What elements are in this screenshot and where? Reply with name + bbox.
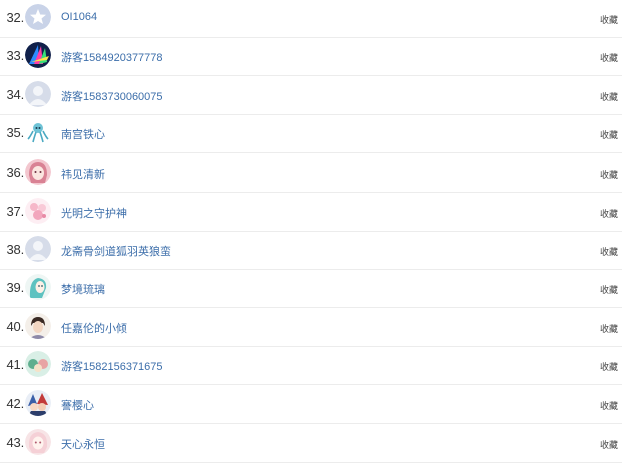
username-link[interactable]: 游客1584920377778	[61, 49, 163, 65]
list-item: 37. 光明之守护神 收藏	[0, 194, 622, 232]
octopus-avatar-icon[interactable]	[25, 119, 51, 145]
favorite-link[interactable]: 收藏	[600, 322, 618, 335]
list-item: 36. 祎见清新 收藏	[0, 155, 622, 193]
favorite-link[interactable]: 收藏	[600, 245, 618, 258]
anime-blue-hair-avatar-icon[interactable]	[25, 274, 51, 300]
anime-girl-avatar-icon[interactable]	[25, 159, 51, 185]
username-link[interactable]: 南宫铁心	[61, 126, 105, 142]
rank-number: 34.	[6, 87, 25, 102]
username-link[interactable]: 游客1583730060075	[61, 88, 163, 104]
abstract-light-avatar-icon[interactable]	[25, 42, 51, 68]
rank-number: 40.	[6, 319, 25, 334]
list-item: 42. 謇樱心 收藏	[0, 386, 622, 424]
favorite-link[interactable]: 收藏	[600, 207, 618, 220]
list-item: 35. 南宫铁心 收藏	[0, 115, 622, 153]
anime-white-hair-avatar-icon[interactable]	[25, 429, 51, 455]
username-link[interactable]: 天心永恒	[61, 436, 105, 452]
rank-number: 41.	[6, 357, 25, 372]
username-link[interactable]: 光明之守护神	[61, 205, 127, 221]
rank-number: 33.	[6, 48, 25, 63]
username-link[interactable]: 游客1582156371675	[61, 358, 163, 374]
list-item: 38. 龙斋骨剑道狐羽英狼蛮 收藏	[0, 232, 622, 270]
default-user-avatar-icon[interactable]	[25, 236, 51, 262]
person-avatar-icon[interactable]	[25, 313, 51, 339]
list-item: 34. 游客1583730060075 收藏	[0, 77, 622, 115]
list-item: 43. 天心永恒 收藏	[0, 425, 622, 463]
username-link[interactable]: 謇樱心	[61, 397, 94, 413]
rank-number: 43.	[6, 435, 25, 450]
favorite-link[interactable]: 收藏	[600, 51, 618, 64]
list-item: 32. OI1064 收藏	[0, 0, 622, 38]
rank-number: 37.	[6, 204, 25, 219]
rank-number: 36.	[6, 165, 25, 180]
favorite-link[interactable]: 收藏	[600, 128, 618, 141]
list-item: 40. 任嘉伦的小倾 收藏	[0, 309, 622, 347]
list-item: 33. 游客1584920377778 收藏	[0, 38, 622, 76]
anime-pink-avatar-icon[interactable]	[25, 198, 51, 224]
username-link[interactable]: 梦境琉璃	[61, 281, 105, 297]
anime-fighters-avatar-icon[interactable]	[25, 390, 51, 416]
favorite-link[interactable]: 收藏	[600, 360, 618, 373]
rank-number: 39.	[6, 280, 25, 295]
list-item: 41. 游客1582156371675 收藏	[0, 347, 622, 385]
rank-number: 32.	[6, 10, 25, 25]
favorite-link[interactable]: 收藏	[600, 90, 618, 103]
username-link[interactable]: 祎见清新	[61, 166, 105, 182]
rank-number: 42.	[6, 396, 25, 411]
username-link[interactable]: 任嘉伦的小倾	[61, 320, 127, 336]
favorite-link[interactable]: 收藏	[600, 399, 618, 412]
default-user-avatar-icon[interactable]	[25, 81, 51, 107]
anime-group-avatar-icon[interactable]	[25, 351, 51, 377]
favorite-link[interactable]: 收藏	[600, 438, 618, 451]
username-link[interactable]: 龙斋骨剑道狐羽英狼蛮	[61, 243, 171, 259]
rank-number: 35.	[6, 125, 25, 140]
list-item: 39. 梦境琉璃 收藏	[0, 270, 622, 308]
rank-number: 38.	[6, 242, 25, 257]
favorite-link[interactable]: 收藏	[600, 283, 618, 296]
favorite-link[interactable]: 收藏	[600, 168, 618, 181]
star-avatar-icon[interactable]	[25, 4, 51, 30]
user-ranking-list: 32. OI1064 收藏 33. 游客1584920377778 收藏 34.…	[0, 0, 640, 467]
favorite-link[interactable]: 收藏	[600, 13, 618, 26]
username-link[interactable]: OI1064	[61, 11, 97, 23]
